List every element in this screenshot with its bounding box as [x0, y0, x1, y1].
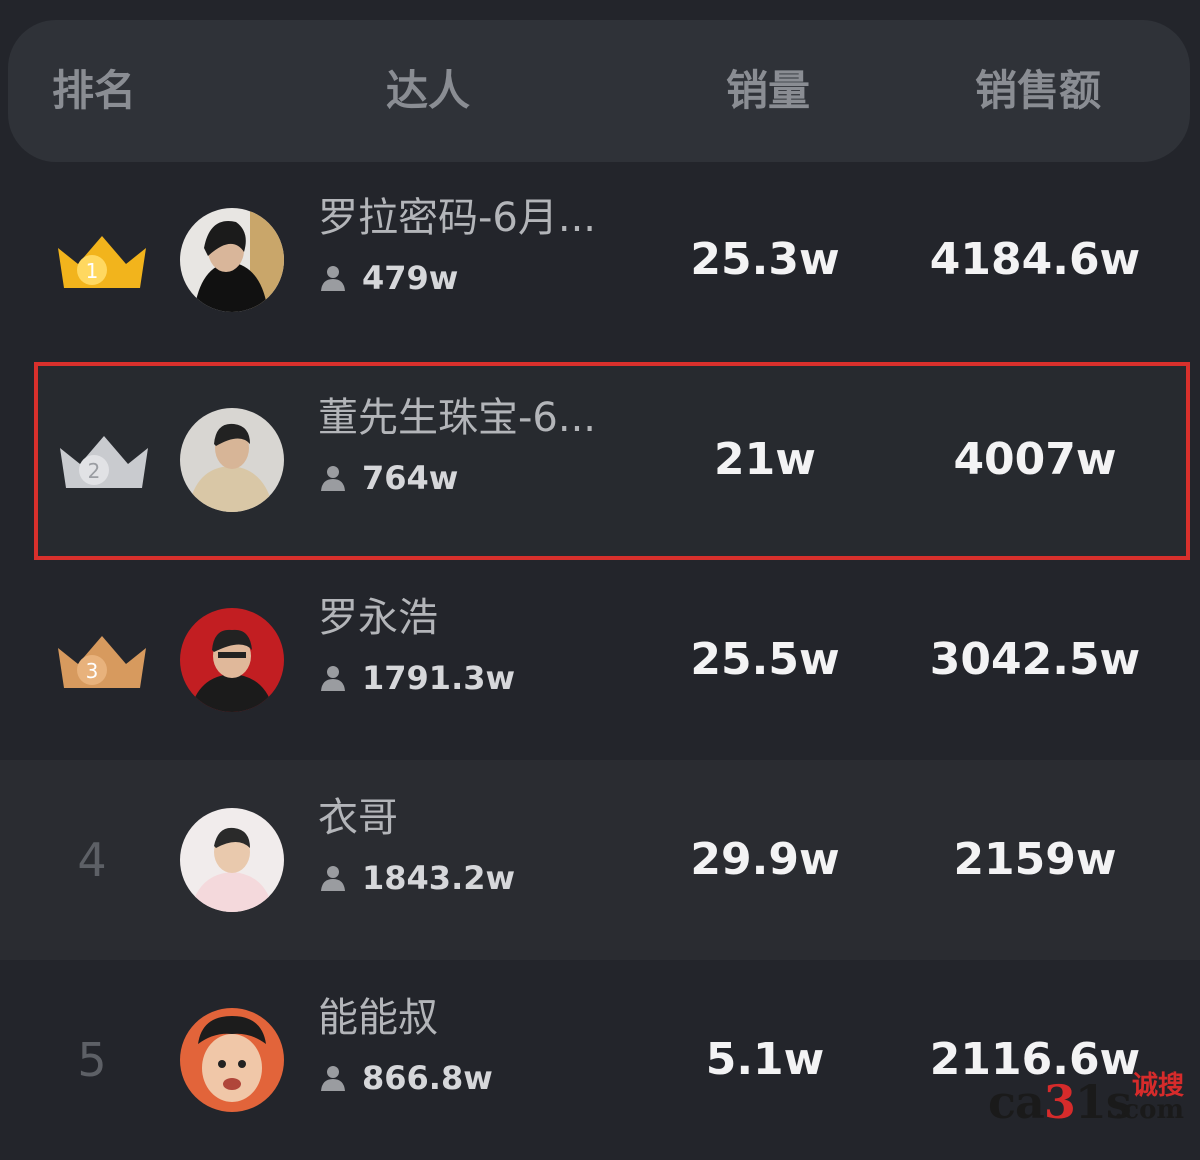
avatar[interactable]	[180, 1008, 284, 1112]
influencer-name[interactable]: 董先生珠宝-6...	[318, 388, 648, 448]
header-sales-amount[interactable]: 销售额	[938, 20, 1138, 162]
sales-volume: 5.1w	[705, 1034, 825, 1085]
person-icon	[321, 466, 345, 491]
follower-count: 866.8w	[318, 1050, 493, 1106]
header-rank: 排名	[51, 66, 136, 115]
table-row[interactable]: 1 罗拉密码-6月... 479w 25.3w 4184.6w	[0, 160, 1200, 360]
watermark-logo: 诚搜 ca31s .com	[988, 1065, 1188, 1129]
follower-count-value: 1843.2w	[362, 859, 516, 897]
crown-rank-label: 2	[88, 459, 101, 483]
table-row[interactable]: 3 罗永浩 1791.3w 25.5w 3042.5w	[0, 560, 1200, 760]
influencer-name[interactable]: 衣哥	[318, 788, 648, 848]
follower-count-value: 764w	[362, 459, 459, 497]
influencer-name[interactable]: 罗拉密码-6月...	[318, 188, 648, 248]
follower-count-value: 866.8w	[362, 1059, 493, 1097]
person-icon	[321, 1066, 345, 1091]
person-icon	[321, 666, 345, 691]
table-row-highlighted[interactable]: 2 董先生珠宝-6... 764w 21w 4007w	[0, 360, 1200, 560]
header-influencer: 达人	[385, 66, 470, 115]
crown-rank-label: 1	[86, 259, 99, 283]
person-icon	[321, 266, 345, 291]
sales-amount: 4007w	[953, 434, 1117, 485]
watermark-latin: ca31s	[988, 1075, 1132, 1129]
person-icon	[321, 866, 345, 891]
avatar[interactable]	[180, 608, 284, 712]
table-row[interactable]: 5 能能叔 866.8w 5.1w 2116.6w	[0, 960, 1200, 1160]
table-row[interactable]: 4 衣哥 1843.2w 29.9w 2159w	[0, 760, 1200, 960]
follower-count-value: 1791.3w	[362, 659, 516, 697]
silver-crown-icon: 2	[60, 436, 148, 488]
rank-number: 5	[77, 1033, 107, 1087]
rank-number: 4	[77, 833, 107, 887]
sales-volume: 29.9w	[690, 834, 840, 885]
sales-amount: 2116.6w	[929, 1034, 1141, 1085]
follower-count: 479w	[318, 250, 458, 306]
avatar[interactable]	[180, 208, 284, 312]
sales-volume: 21w	[714, 434, 816, 485]
sales-amount: 3042.5w	[929, 634, 1141, 685]
sales-amount: 4184.6w	[929, 234, 1141, 285]
header-sales-volume[interactable]: 销量	[688, 20, 848, 162]
follower-count-value: 479w	[362, 259, 459, 297]
avatar[interactable]	[180, 408, 284, 512]
bronze-crown-icon: 3	[58, 636, 146, 688]
follower-count: 1843.2w	[318, 850, 515, 906]
avatar[interactable]	[180, 808, 284, 912]
influencer-name[interactable]: 罗永浩	[318, 588, 648, 648]
table-header: 排名 达人 销量 销售额	[8, 20, 1190, 162]
crown-rank-label: 3	[86, 659, 99, 683]
gold-crown-icon: 1	[58, 236, 146, 288]
sales-volume: 25.3w	[690, 234, 840, 285]
follower-count: 764w	[318, 450, 458, 506]
watermark-domain: .com	[1114, 1095, 1184, 1125]
influencer-name[interactable]: 能能叔	[318, 988, 648, 1048]
sales-volume: 25.5w	[690, 634, 840, 685]
follower-count: 1791.3w	[318, 650, 515, 706]
sales-amount: 2159w	[953, 834, 1117, 885]
